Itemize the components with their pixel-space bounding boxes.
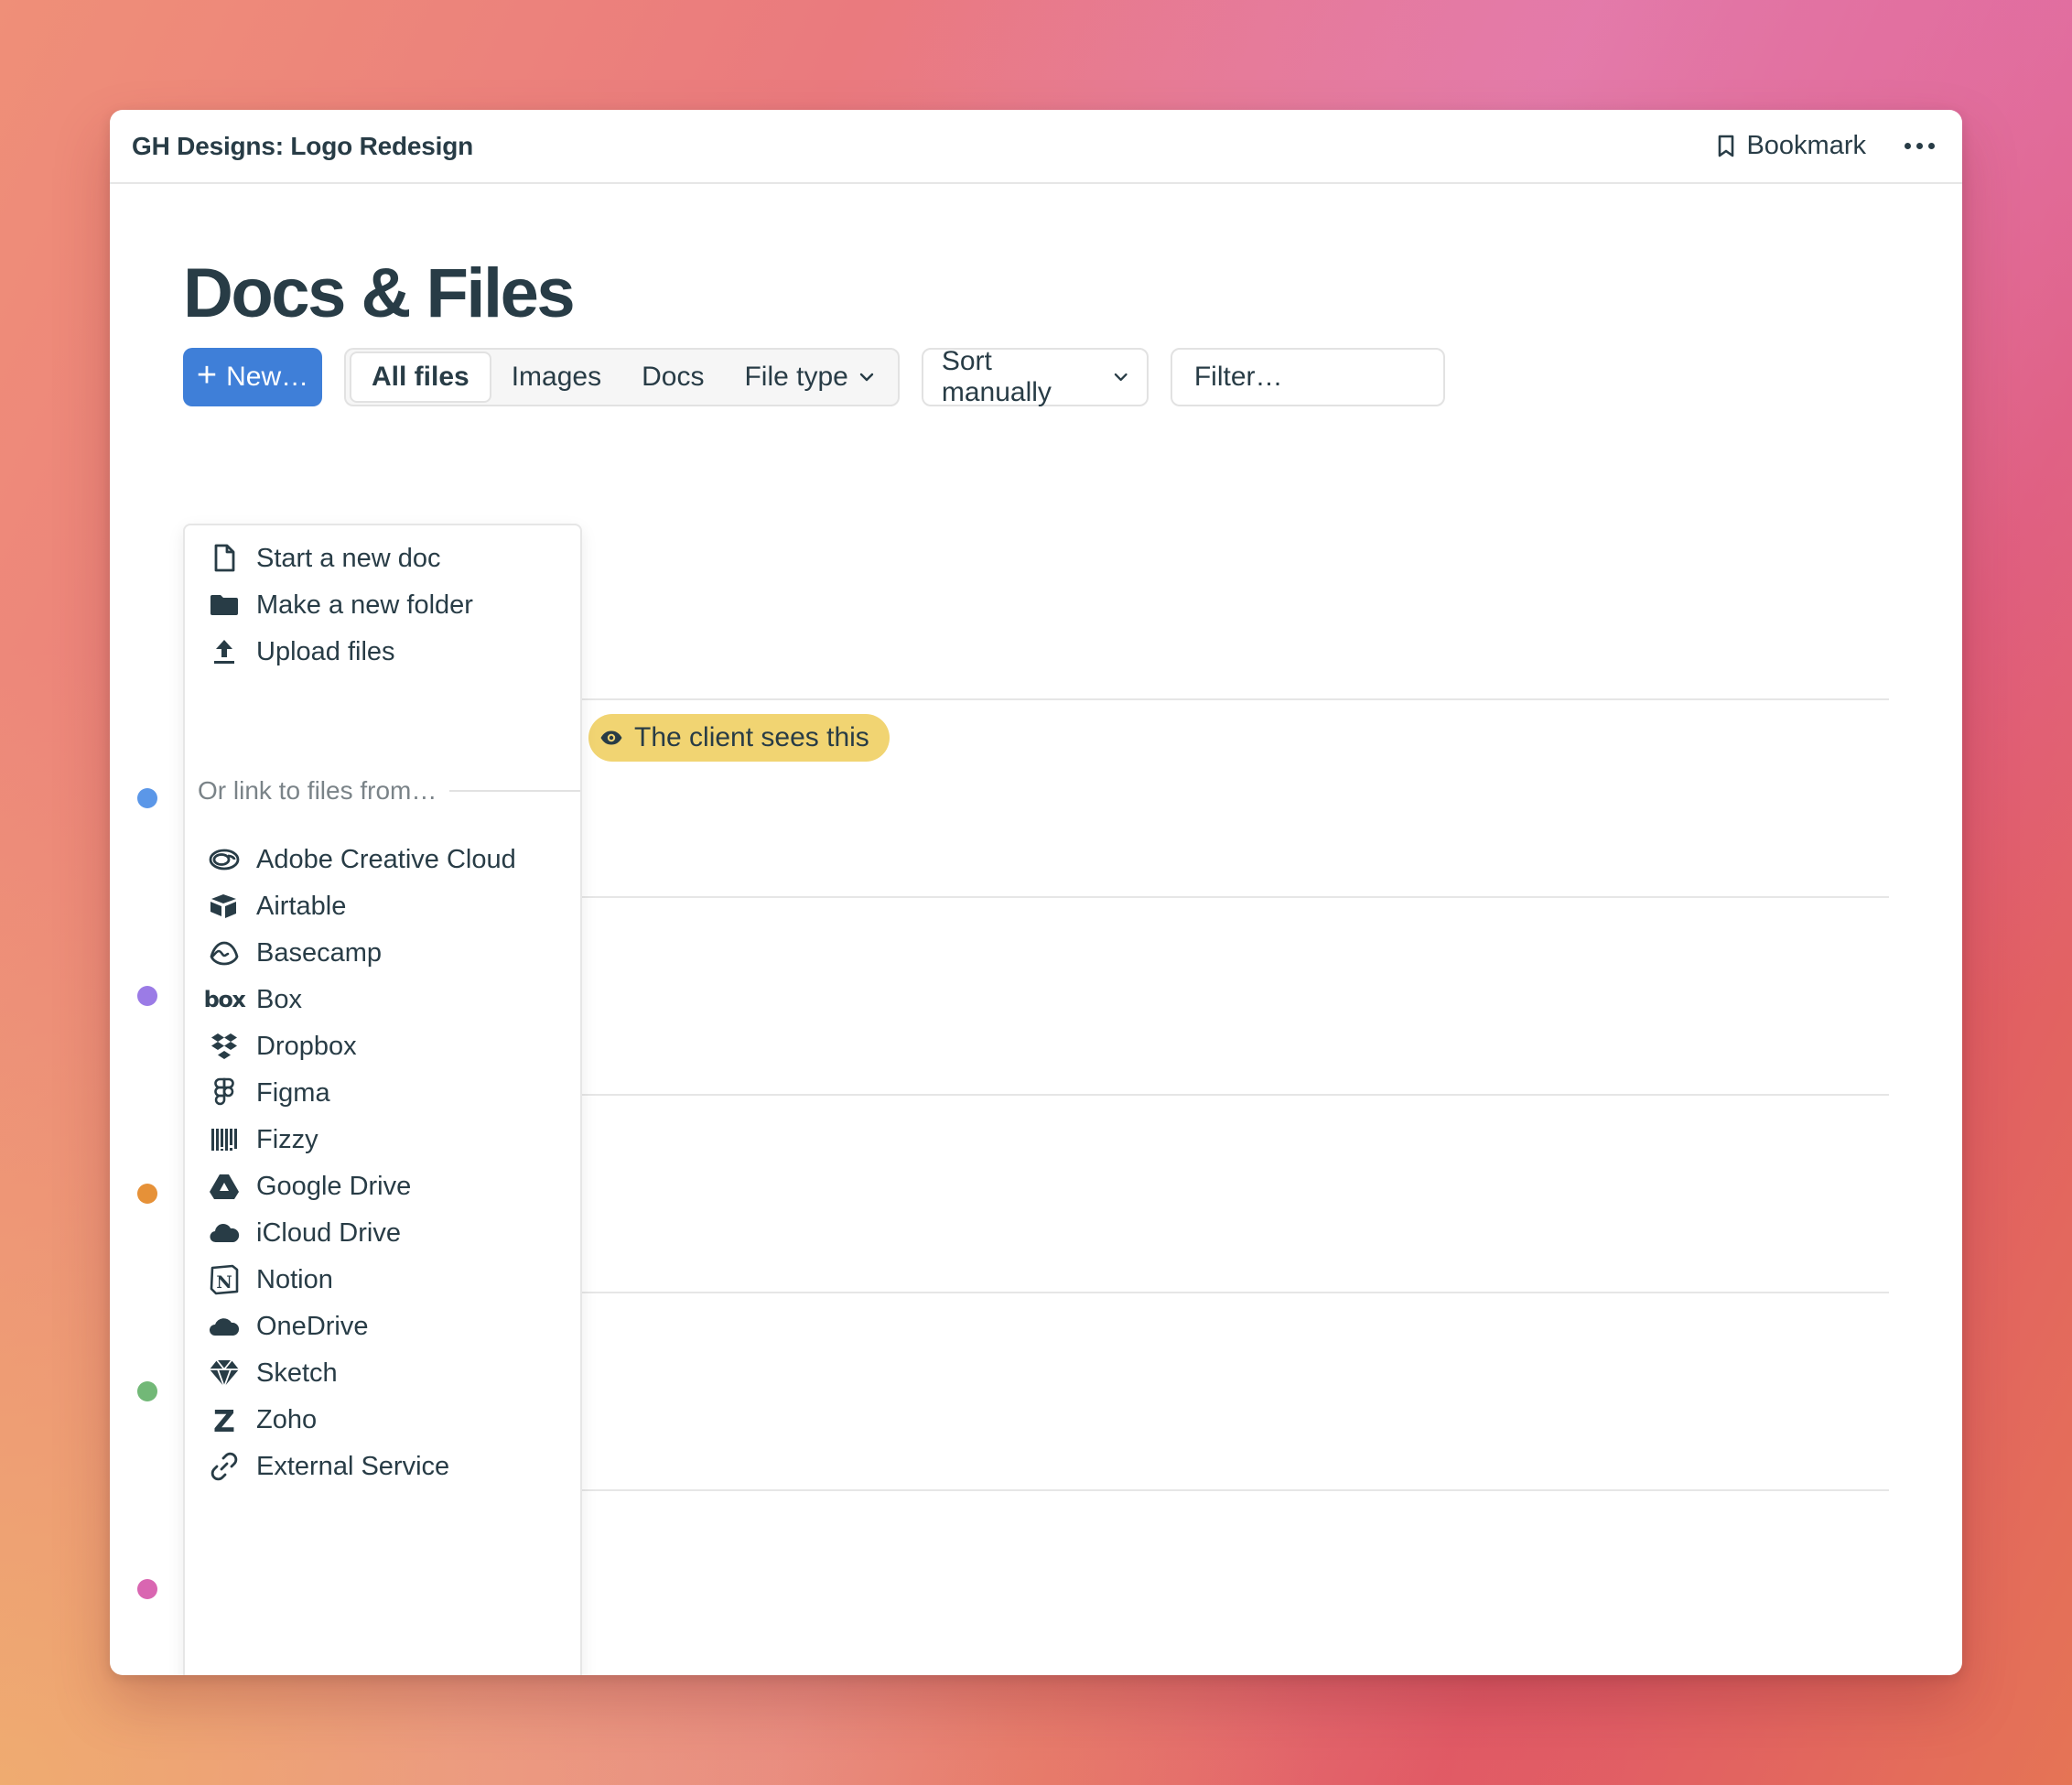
tab-docs[interactable]: Docs xyxy=(621,352,724,403)
menu-item-label: External Service xyxy=(256,1451,450,1481)
dropbox-icon xyxy=(207,1029,242,1064)
menu-item-label: Notion xyxy=(256,1264,333,1294)
titlebar: GH Designs: Logo Redesign Bookmark xyxy=(110,110,1962,184)
page-title: Docs & Files xyxy=(183,254,576,332)
eye-icon xyxy=(600,730,622,745)
more-dot-icon xyxy=(1905,143,1911,149)
menu-item-label: Dropbox xyxy=(256,1031,357,1061)
menu-section-divider xyxy=(449,790,580,792)
app-window: GH Designs: Logo Redesign Bookmark Docs … xyxy=(110,110,1962,1675)
menu-item-label: Box xyxy=(256,984,302,1014)
notion-icon: N xyxy=(207,1262,242,1297)
new-button-label: New… xyxy=(226,362,309,392)
main-content: Docs & Files + New… All files Images Doc… xyxy=(110,184,1962,1675)
doc-icon xyxy=(207,541,242,576)
menu-item-label: Zoho xyxy=(256,1404,318,1434)
menu-item-label: Basecamp xyxy=(256,937,383,968)
menu-item-label: Figma xyxy=(256,1077,330,1108)
box-icon: box xyxy=(203,982,246,1017)
fizzy-icon xyxy=(207,1122,242,1157)
notion-logo-glyph: N xyxy=(216,1272,232,1293)
google-drive-icon xyxy=(207,1169,242,1204)
row-color-dot xyxy=(137,1381,157,1401)
row-divider xyxy=(582,1292,1889,1293)
menu-item-label: Make a new folder xyxy=(256,590,473,620)
chevron-down-icon xyxy=(859,373,874,382)
row-divider xyxy=(582,896,1889,898)
adobe-cc-icon xyxy=(207,842,242,877)
menu-item-upload-files[interactable]: Upload files xyxy=(185,624,580,679)
file-filter-tabs: All files Images Docs File type xyxy=(344,348,900,406)
plus-icon: + xyxy=(196,356,218,395)
row-color-dot xyxy=(137,1184,157,1204)
menu-item-label: Fizzy xyxy=(256,1124,318,1154)
new-menu-dropdown: Start a new doc Make a new folder Upload… xyxy=(183,524,582,1675)
sort-label: Sort manually xyxy=(941,346,1052,407)
upload-icon xyxy=(207,634,242,669)
menu-item-label: Google Drive xyxy=(256,1171,412,1201)
sort-dropdown[interactable]: Sort manually xyxy=(921,346,1149,407)
tab-label: Docs xyxy=(642,362,705,392)
row-divider xyxy=(582,698,1889,700)
tab-label: All files xyxy=(372,362,469,392)
row-color-dot xyxy=(137,788,157,808)
menu-section-label: Or link to files from… xyxy=(198,776,437,805)
zoho-icon: Z xyxy=(207,1402,242,1437)
onedrive-icon xyxy=(207,1309,242,1344)
tab-file-type[interactable]: File type xyxy=(724,352,893,403)
tab-all-files[interactable]: All files xyxy=(350,352,491,403)
menu-section-link-files: Or link to files from… xyxy=(198,773,580,809)
client-visibility-badge: The client sees this xyxy=(588,714,890,762)
tab-images[interactable]: Images xyxy=(491,352,621,403)
sketch-icon xyxy=(207,1356,242,1390)
box-logo-glyph: box xyxy=(203,987,246,1012)
project-title[interactable]: GH Designs: Logo Redesign xyxy=(132,132,473,161)
basecamp-icon xyxy=(207,936,242,970)
menu-item-label: OneDrive xyxy=(256,1311,369,1341)
more-dot-icon xyxy=(1928,143,1935,149)
row-divider xyxy=(582,1489,1889,1491)
more-dot-icon xyxy=(1916,143,1923,149)
menu-item-label: Start a new doc xyxy=(256,543,441,573)
bookmark-icon xyxy=(1719,135,1734,157)
airtable-icon xyxy=(207,889,242,924)
figma-icon xyxy=(207,1076,242,1110)
menu-item-label: Airtable xyxy=(256,891,347,921)
row-color-dot xyxy=(137,1579,157,1599)
chevron-down-icon xyxy=(1115,373,1128,382)
menu-item-label: iCloud Drive xyxy=(256,1217,401,1248)
filter-input[interactable] xyxy=(1170,348,1445,406)
menu-item-label: Sketch xyxy=(256,1358,338,1388)
row-color-dot xyxy=(137,986,157,1006)
toolbar: + New… All files Images Docs File type S… xyxy=(183,346,1445,407)
bookmark-button[interactable]: Bookmark xyxy=(1717,131,1866,161)
new-button[interactable]: + New… xyxy=(183,348,322,406)
zoho-logo-glyph: Z xyxy=(213,1403,235,1436)
tab-label: Images xyxy=(511,362,602,392)
icloud-icon xyxy=(207,1216,242,1250)
folder-icon xyxy=(207,588,242,622)
menu-item-label: Adobe Creative Cloud xyxy=(256,844,516,874)
link-icon xyxy=(207,1449,242,1484)
tab-label: File type xyxy=(744,362,848,392)
badge-label: The client sees this xyxy=(634,722,869,752)
bookmark-label: Bookmark xyxy=(1746,131,1866,160)
menu-item-label: Upload files xyxy=(256,636,395,666)
menu-item-external-service[interactable]: External Service xyxy=(185,1439,580,1494)
more-options-button[interactable] xyxy=(1901,137,1938,155)
row-divider xyxy=(582,1094,1889,1096)
